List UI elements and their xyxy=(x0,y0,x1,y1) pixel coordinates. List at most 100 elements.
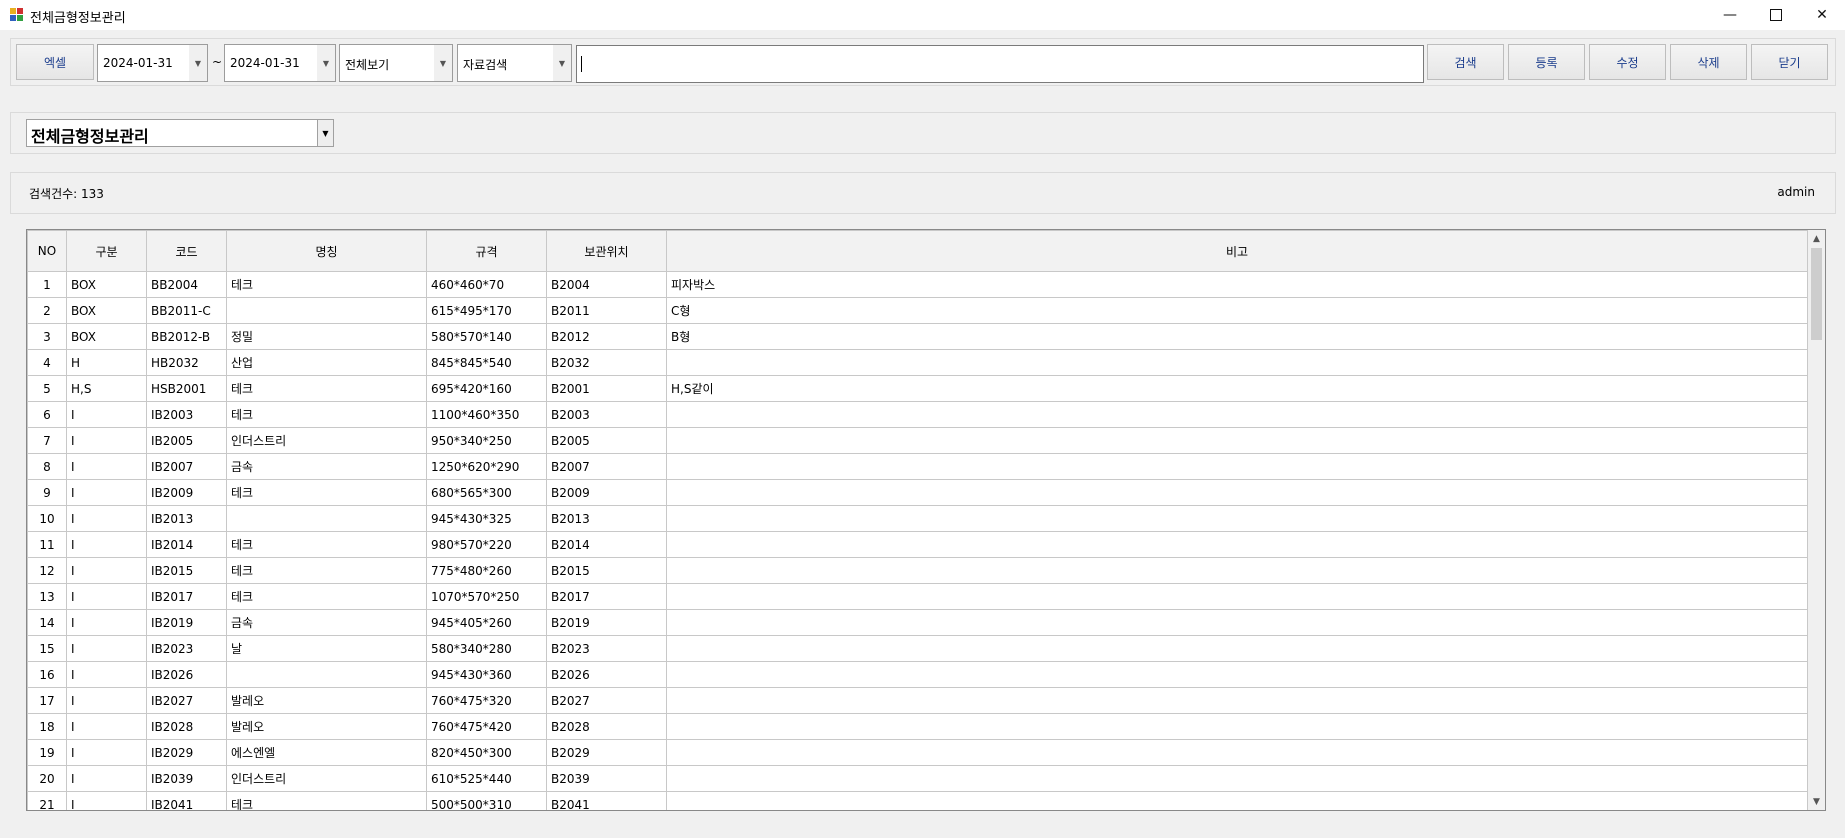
chevron-down-icon[interactable]: ▼ xyxy=(553,45,571,81)
table-cell[interactable]: B2012 xyxy=(546,323,667,350)
chevron-down-icon[interactable]: ▼ xyxy=(189,45,207,81)
table-cell[interactable]: B형 xyxy=(666,323,1808,350)
maximize-button[interactable] xyxy=(1753,0,1799,30)
table-cell[interactable]: B2003 xyxy=(546,401,667,428)
table-cell[interactable]: 정밀 xyxy=(226,323,427,350)
table-row[interactable]: 20 I IB2039 인더스트리 610*525*440 B2039 xyxy=(27,765,1808,792)
table-cell[interactable]: 14 xyxy=(27,609,67,636)
table-cell[interactable]: 테크 xyxy=(226,479,427,506)
table-cell[interactable]: BB2012-B xyxy=(146,323,227,350)
table-cell[interactable]: IB2007 xyxy=(146,453,227,480)
table-row[interactable]: 12 I IB2015 테크 775*480*260 B2015 xyxy=(27,557,1808,584)
column-header[interactable]: 비고 xyxy=(666,230,1808,272)
close-button[interactable]: 닫기 xyxy=(1751,44,1828,80)
table-cell[interactable]: 13 xyxy=(27,583,67,610)
table-cell[interactable]: 21 xyxy=(27,791,67,810)
table-cell[interactable]: IB2014 xyxy=(146,531,227,558)
data-grid[interactable]: NO 구분 코드 명칭 규격 보관위치 비고 1 BOX BB2004 테크 460*460*70 B… xyxy=(26,229,1826,811)
table-cell[interactable]: 16 xyxy=(27,661,67,688)
column-header[interactable]: 코드 xyxy=(146,230,227,272)
table-cell[interactable] xyxy=(666,349,1808,376)
date-from-picker[interactable]: 2024-01-31 ▼ xyxy=(97,44,208,82)
table-cell[interactable]: C형 xyxy=(666,297,1808,324)
table-cell[interactable] xyxy=(666,609,1808,636)
table-cell[interactable]: 580*570*140 xyxy=(426,323,547,350)
table-row[interactable]: 21 I IB2041 테크 500*500*310 B2041 xyxy=(27,791,1808,810)
table-cell[interactable]: 5 xyxy=(27,375,67,402)
table-cell[interactable]: B2015 xyxy=(546,557,667,584)
table-cell[interactable]: 인더스트리 xyxy=(226,427,427,454)
table-cell[interactable]: IB2041 xyxy=(146,791,227,810)
table-cell[interactable]: BOX xyxy=(66,271,147,298)
table-row[interactable]: 18 I IB2028 발레오 760*475*420 B2028 xyxy=(27,713,1808,740)
table-cell[interactable]: B2011 xyxy=(546,297,667,324)
table-cell[interactable] xyxy=(226,505,427,532)
table-row[interactable]: 11 I IB2014 테크 980*570*220 B2014 xyxy=(27,531,1808,558)
table-cell[interactable]: I xyxy=(66,609,147,636)
table-cell[interactable]: 760*475*420 xyxy=(426,713,547,740)
table-cell[interactable]: B2014 xyxy=(546,531,667,558)
table-cell[interactable]: I xyxy=(66,687,147,714)
table-cell[interactable]: 945*405*260 xyxy=(426,609,547,636)
table-cell[interactable]: 테크 xyxy=(226,401,427,428)
table-cell[interactable]: 18 xyxy=(27,713,67,740)
table-cell[interactable]: 테크 xyxy=(226,583,427,610)
table-cell[interactable]: 695*420*160 xyxy=(426,375,547,402)
table-cell[interactable]: 1 xyxy=(27,271,67,298)
table-cell[interactable]: IB2005 xyxy=(146,427,227,454)
table-cell[interactable]: 760*475*320 xyxy=(426,687,547,714)
table-cell[interactable]: 845*845*540 xyxy=(426,349,547,376)
table-row[interactable]: 5 H,S HSB2001 테크 695*420*160 B2001 H,S같이 xyxy=(27,375,1808,402)
close-window-button[interactable]: ✕ xyxy=(1799,0,1845,30)
table-cell[interactable]: 4 xyxy=(27,349,67,376)
table-cell[interactable]: BOX xyxy=(66,323,147,350)
table-cell[interactable]: 1070*570*250 xyxy=(426,583,547,610)
table-row[interactable]: 17 I IB2027 발레오 760*475*320 B2027 xyxy=(27,687,1808,714)
table-cell[interactable]: I xyxy=(66,791,147,810)
table-cell[interactable]: BOX xyxy=(66,297,147,324)
table-cell[interactable]: B2039 xyxy=(546,765,667,792)
register-button[interactable]: 등록 xyxy=(1508,44,1585,80)
search-input[interactable] xyxy=(576,45,1424,83)
table-cell[interactable]: 테크 xyxy=(226,531,427,558)
column-header[interactable]: 보관위치 xyxy=(546,230,667,272)
table-cell[interactable]: BB2004 xyxy=(146,271,227,298)
search-field-select[interactable]: 자료검색 ▼ xyxy=(457,44,572,82)
table-cell[interactable]: I xyxy=(66,557,147,584)
table-cell[interactable] xyxy=(666,661,1808,688)
table-cell[interactable]: 980*570*220 xyxy=(426,531,547,558)
table-cell[interactable] xyxy=(666,557,1808,584)
table-cell[interactable]: IB2023 xyxy=(146,635,227,662)
table-cell[interactable]: 날 xyxy=(226,635,427,662)
table-cell[interactable]: IB2013 xyxy=(146,505,227,532)
table-cell[interactable]: 에스엔엘 xyxy=(226,739,427,766)
table-cell[interactable]: 발레오 xyxy=(226,713,427,740)
table-cell[interactable] xyxy=(666,791,1808,810)
table-row[interactable]: 8 I IB2007 금속 1250*620*290 B2007 xyxy=(27,453,1808,480)
table-cell[interactable]: IB2019 xyxy=(146,609,227,636)
table-row[interactable]: 9 I IB2009 테크 680*565*300 B2009 xyxy=(27,479,1808,506)
category-select[interactable]: 전체금형정보관리 ▼ xyxy=(26,119,334,147)
table-cell[interactable]: 테크 xyxy=(226,791,427,810)
table-row[interactable]: 6 I IB2003 테크 1100*460*350 B2003 xyxy=(27,401,1808,428)
vertical-scrollbar[interactable]: ▲ ▼ xyxy=(1808,230,1825,810)
chevron-down-icon[interactable]: ▼ xyxy=(317,45,335,81)
table-cell[interactable]: IB2028 xyxy=(146,713,227,740)
table-row[interactable]: 14 I IB2019 금속 945*405*260 B2019 xyxy=(27,609,1808,636)
delete-button[interactable]: 삭제 xyxy=(1670,44,1747,80)
table-cell[interactable]: 테크 xyxy=(226,557,427,584)
table-cell[interactable] xyxy=(226,661,427,688)
scroll-down-icon[interactable]: ▼ xyxy=(1808,793,1825,810)
table-cell[interactable]: 11 xyxy=(27,531,67,558)
table-cell[interactable]: 8 xyxy=(27,453,67,480)
table-cell[interactable]: 3 xyxy=(27,323,67,350)
table-cell[interactable]: 10 xyxy=(27,505,67,532)
table-row[interactable]: 3 BOX BB2012-B 정밀 580*570*140 B2012 B형 xyxy=(27,323,1808,350)
table-cell[interactable] xyxy=(666,713,1808,740)
table-cell[interactable]: I xyxy=(66,739,147,766)
table-cell[interactable]: IB2003 xyxy=(146,401,227,428)
table-cell[interactable]: H,S xyxy=(66,375,147,402)
table-cell[interactable]: 17 xyxy=(27,687,67,714)
scrollbar-thumb[interactable] xyxy=(1811,248,1822,340)
table-row[interactable]: 7 I IB2005 인더스트리 950*340*250 B2005 xyxy=(27,427,1808,454)
